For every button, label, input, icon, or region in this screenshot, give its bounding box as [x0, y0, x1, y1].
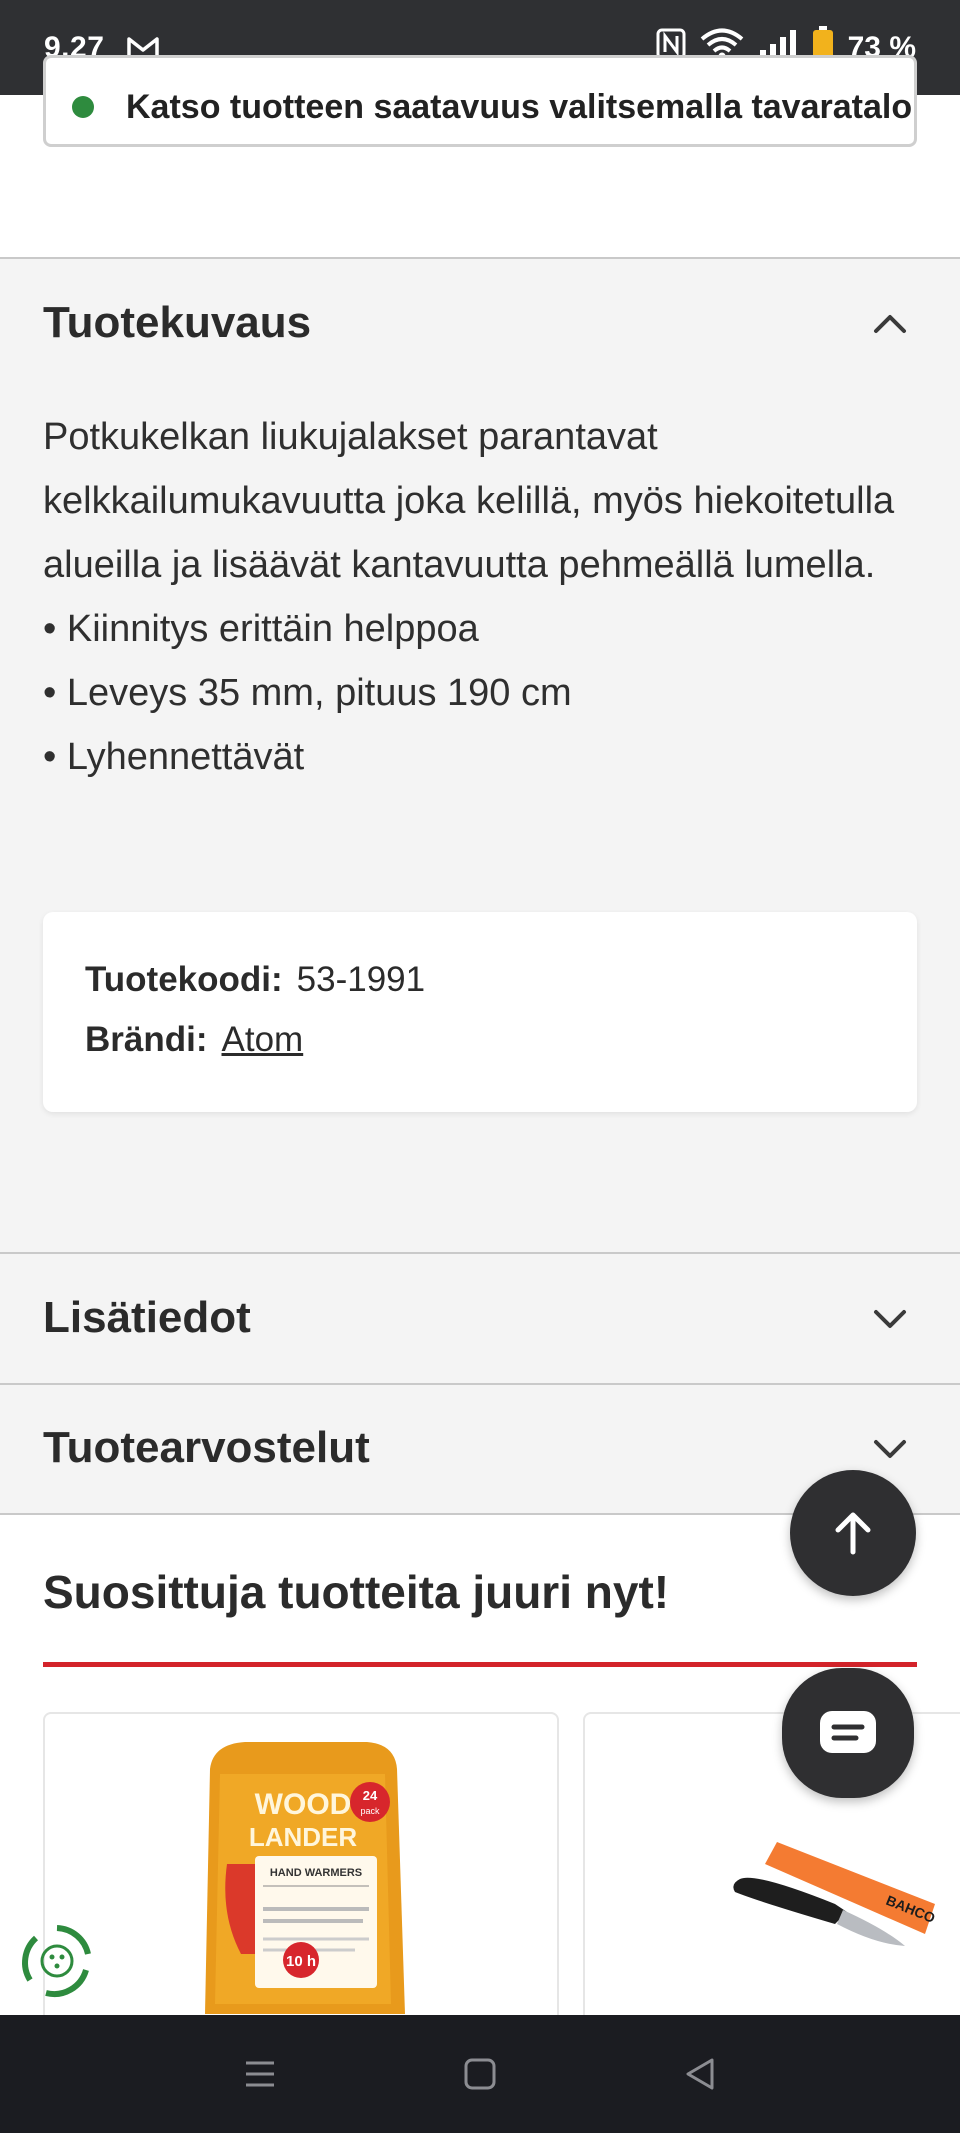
- svg-text:24: 24: [363, 1788, 378, 1803]
- brand-label: Brändi:: [85, 1020, 208, 1059]
- chat-icon: [820, 1711, 876, 1753]
- description-bullet: • Kiinnitys erittäin helppoa: [43, 608, 479, 650]
- availability-area: Katso tuotteen saatavuus valitsemalla ta…: [0, 55, 960, 258]
- popular-products-title: Suosittuja tuotteita juuri nyt!: [43, 1566, 670, 1618]
- description-title: Tuotekuvaus: [43, 298, 312, 347]
- recycle-badge-icon[interactable]: [16, 1920, 98, 2002]
- product-info-card: Tuotekoodi: 53-1991 Brändi: Atom: [43, 912, 917, 1112]
- system-navigation-bar: [0, 2015, 960, 2133]
- arrow-up-icon: [835, 1512, 871, 1555]
- brand-row: Brändi: Atom: [85, 1020, 303, 1060]
- menu-icon[interactable]: [240, 2054, 280, 2094]
- home-icon[interactable]: [460, 2054, 500, 2094]
- package-brand-line1: WOOD: [255, 1788, 352, 1821]
- brand-link[interactable]: Atom: [222, 1020, 304, 1060]
- hand-warmers-image: WOOD LANDER 24 pack HAND WARMERS 10 h: [205, 1742, 405, 2014]
- svg-text:pack: pack: [360, 1806, 380, 1816]
- more-info-title: Lisätiedot: [43, 1293, 251, 1342]
- back-icon[interactable]: [680, 2054, 720, 2094]
- scroll-to-top-button[interactable]: [790, 1470, 916, 1596]
- product-code-label: Tuotekoodi:: [85, 960, 283, 999]
- accent-underline: [43, 1662, 917, 1667]
- divider: [0, 1383, 960, 1385]
- availability-box[interactable]: Katso tuotteen saatavuus valitsemalla ta…: [43, 55, 917, 147]
- reviews-title: Tuotearvostelut: [43, 1423, 370, 1472]
- chevron-down-icon[interactable]: [872, 1300, 908, 1336]
- page: 9.27 73 % Katso tuotteen saatavuus valit…: [0, 0, 960, 2133]
- description-body: Potkukelkan liukujalakset parantavat kel…: [43, 405, 903, 789]
- availability-status-dot: [72, 96, 94, 118]
- svg-text:10 h: 10 h: [286, 1953, 316, 1970]
- svg-text:HAND WARMERS: HAND WARMERS: [270, 1867, 362, 1879]
- product-code-row: Tuotekoodi: 53-1991: [85, 960, 425, 1000]
- chat-button[interactable]: [782, 1668, 914, 1798]
- availability-text: Katso tuotteen saatavuus valitsemalla ta…: [126, 88, 913, 126]
- package-brand-line2: LANDER: [249, 1822, 358, 1852]
- product-code-value: 53-1991: [296, 960, 426, 999]
- description-bullet: • Leveys 35 mm, pituus 190 cm: [43, 672, 572, 714]
- product-card[interactable]: WOOD LANDER 24 pack HAND WARMERS 10 h: [43, 1712, 559, 2032]
- chevron-down-icon[interactable]: [872, 1430, 908, 1466]
- divider: [0, 257, 960, 259]
- description-paragraph: Potkukelkan liukujalakset parantavat kel…: [43, 416, 895, 586]
- description-bullet: • Lyhennettävät: [43, 736, 305, 778]
- divider: [0, 1252, 960, 1254]
- chevron-up-icon[interactable]: [872, 305, 908, 341]
